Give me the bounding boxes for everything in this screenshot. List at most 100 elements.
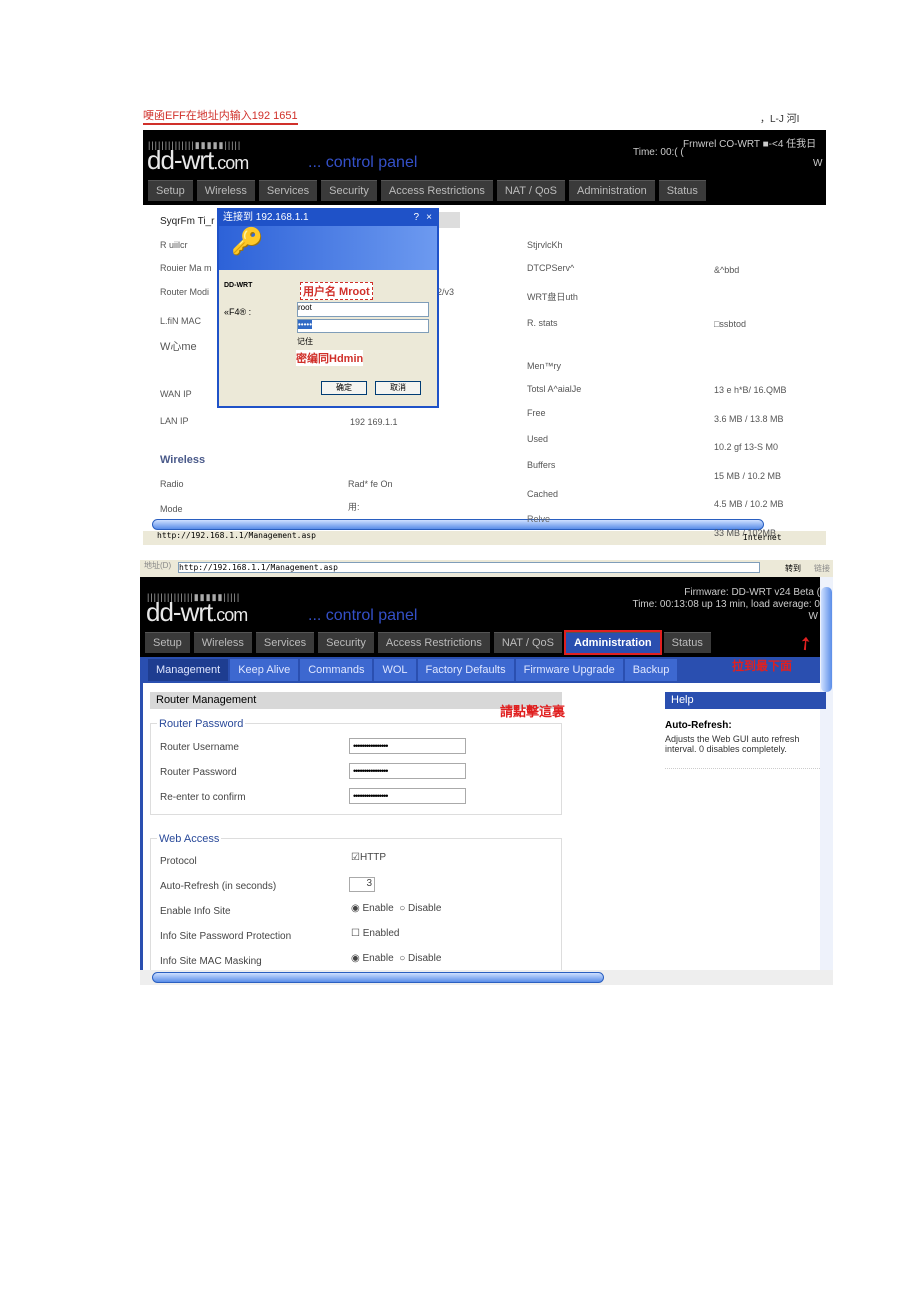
tab-administration[interactable]: Administration bbox=[564, 630, 662, 655]
control-panel-label: ... control panel bbox=[308, 154, 418, 171]
tab-services[interactable]: Services bbox=[255, 632, 315, 653]
time-info: Time: 00:13:08 up 13 min, load average: … bbox=[632, 599, 820, 610]
firmware-info: Firmware: DD-WRT v24 Beta ( bbox=[684, 587, 820, 598]
mac-masking-label: Info Site MAC Masking bbox=[160, 956, 262, 967]
info-label: Rouier Ma m bbox=[160, 263, 212, 273]
password-field[interactable]: ••••• bbox=[297, 319, 429, 333]
lan-ip-value: 192 169.1.1 bbox=[350, 417, 398, 427]
tab-setup[interactable]: Setup bbox=[145, 632, 190, 653]
horizontal-scrollbar[interactable] bbox=[152, 972, 604, 983]
ddwrt-header: ||||||||||||||▮▮▮▮▮||||| dd-wrt.com ... … bbox=[140, 577, 820, 657]
cancel-button[interactable]: 取消 bbox=[375, 381, 421, 395]
subtab-management[interactable]: Management bbox=[148, 659, 229, 681]
time-info: Time: 00:( ( bbox=[633, 147, 684, 158]
info-label: Cached bbox=[527, 489, 559, 499]
subtab-factory-defaults[interactable]: Factory Defaults bbox=[417, 659, 514, 681]
info-value: 3.6 MB / 13.8 MB bbox=[714, 414, 784, 424]
subtab-keep-alive[interactable]: Keep Alive bbox=[230, 659, 299, 681]
info-site-label: Enable Info Site bbox=[160, 906, 231, 917]
info-password-checkbox[interactable]: ☐ Enabled bbox=[351, 928, 399, 939]
tab-access-restrictions[interactable]: Access Restrictions bbox=[377, 632, 490, 653]
ok-button[interactable]: 确定 bbox=[321, 381, 367, 395]
info-label: Totsl A^aialJe bbox=[527, 384, 582, 394]
info-label: StjrvlcKh bbox=[527, 240, 563, 250]
info-label: DTCPServ^ bbox=[527, 263, 575, 273]
go-button[interactable]: 转到 bbox=[785, 563, 801, 574]
info-label: WRT盘日uth bbox=[527, 292, 578, 302]
tab-access-restrictions[interactable]: Access Restrictions bbox=[380, 180, 493, 201]
password-input[interactable]: •••••••••••••••• bbox=[349, 763, 466, 779]
wireless-heading: Wireless bbox=[160, 454, 206, 466]
username-label: «F4® : bbox=[224, 307, 252, 317]
url-input[interactable]: http://192.168.1.1/Management.asp bbox=[178, 562, 760, 573]
tab-security[interactable]: Security bbox=[321, 180, 377, 201]
autorefresh-input[interactable]: 3 bbox=[349, 877, 375, 892]
tab-setup[interactable]: Setup bbox=[148, 180, 193, 201]
http-checkbox[interactable]: ☑HTTP bbox=[351, 852, 386, 863]
tab-wireless[interactable]: Wireless bbox=[193, 632, 252, 653]
firmware-info: Frnwrel CO-WRT ■-<4 任我日 bbox=[683, 139, 817, 150]
info-value: □ssbtod bbox=[714, 319, 746, 329]
info-label: Buffers bbox=[527, 460, 556, 470]
info-value: 10.2 gf 13-S M0 bbox=[714, 442, 779, 452]
content-area: Router Management 請點擊這裏 Help Auto-Refres… bbox=[140, 683, 826, 980]
username-label: Router Username bbox=[160, 742, 239, 753]
tab-administration[interactable]: Administration bbox=[569, 180, 655, 201]
info-value: 33 MB / 102MB bbox=[714, 528, 777, 538]
logo: dd-wrt.com bbox=[146, 597, 248, 627]
tab-security[interactable]: Security bbox=[318, 632, 374, 653]
enable-radio[interactable]: ◉ Enable bbox=[351, 953, 394, 964]
vertical-scrollbar[interactable] bbox=[820, 577, 833, 970]
help-button[interactable]: ? bbox=[413, 210, 419, 226]
status-url: http://192.168.1.1/Management.asp bbox=[157, 531, 316, 540]
info-site-radios: ◉ Enable ○ Disable bbox=[351, 903, 441, 914]
info-label: LAN IP bbox=[160, 416, 189, 426]
w-text: W bbox=[808, 611, 818, 622]
info-value: 13 e h*B/ 16.QMB bbox=[714, 385, 787, 395]
info-value: 4.5 MB / 10.2 MB bbox=[714, 499, 784, 509]
system-label: SyqrFm Ti_r bbox=[160, 216, 215, 227]
annotation-click: 請點擊這裏 bbox=[500, 704, 566, 719]
caption: 哽函EFF在地址内输入192 1651 bbox=[143, 107, 298, 125]
address-label: 地址(D) bbox=[144, 561, 172, 570]
username-input[interactable]: •••••••••••••••• bbox=[349, 738, 466, 754]
logo: dd-wrt.com bbox=[147, 145, 249, 175]
subtab-firmware-upgrade[interactable]: Firmware Upgrade bbox=[515, 659, 623, 681]
address-bar: 地址(D) http://192.168.1.1/Management.asp … bbox=[140, 560, 833, 577]
sub-nav: Management Keep Alive Commands WOL Facto… bbox=[140, 657, 820, 683]
info-label: Relve bbox=[527, 514, 551, 524]
tab-nat-qos[interactable]: NAT / QoS bbox=[493, 632, 563, 653]
info-label: W心me bbox=[160, 341, 197, 353]
disable-radio[interactable]: ○ Disable bbox=[399, 953, 441, 964]
realm-text: DD-WRT bbox=[224, 282, 253, 289]
info-label: L.fiN MAC bbox=[160, 316, 202, 326]
tab-services[interactable]: Services bbox=[258, 180, 318, 201]
mac-masking-radios: ◉ Enable ○ Disable bbox=[351, 953, 441, 964]
tab-status[interactable]: Status bbox=[663, 632, 711, 653]
subtab-backup[interactable]: Backup bbox=[624, 659, 678, 681]
remember-checkbox[interactable]: 记住 bbox=[297, 336, 313, 347]
username-combo[interactable]: root bbox=[297, 302, 429, 317]
tab-nat-qos[interactable]: NAT / QoS bbox=[496, 180, 566, 201]
caption-right: ，L-J 河I bbox=[760, 114, 800, 125]
info-value: 15 MB / 10.2 MB bbox=[714, 471, 782, 481]
confirm-input[interactable]: •••••••••••••••• bbox=[349, 788, 466, 804]
keys-icon: 🔑 bbox=[219, 226, 437, 270]
info-label: WAN IP bbox=[160, 389, 192, 399]
links-button[interactable]: 链接 bbox=[814, 563, 830, 574]
close-button[interactable]: × bbox=[426, 210, 432, 226]
help-text: Adjusts the Web GUI auto refresh interva… bbox=[665, 734, 820, 769]
info-label: Router Modi bbox=[160, 287, 210, 297]
ddwrt-header: ||||||||||||||▮▮▮▮▮||||| dd-wrt.com ... … bbox=[143, 130, 826, 205]
horizontal-scrollbar[interactable] bbox=[152, 519, 764, 530]
subtab-commands[interactable]: Commands bbox=[300, 659, 373, 681]
tab-status[interactable]: Status bbox=[658, 180, 706, 201]
subtab-wol[interactable]: WOL bbox=[374, 659, 416, 681]
radio-label: Radio bbox=[160, 479, 184, 489]
main-nav: Setup Wireless Services Security Access … bbox=[148, 180, 706, 201]
tab-wireless[interactable]: Wireless bbox=[196, 180, 255, 201]
disable-radio[interactable]: ○ Disable bbox=[399, 903, 441, 914]
enable-radio[interactable]: ◉ Enable bbox=[351, 903, 394, 914]
autorefresh-label: Auto-Refresh (in seconds) bbox=[160, 881, 277, 892]
info-label: R uiilcr bbox=[160, 240, 188, 250]
